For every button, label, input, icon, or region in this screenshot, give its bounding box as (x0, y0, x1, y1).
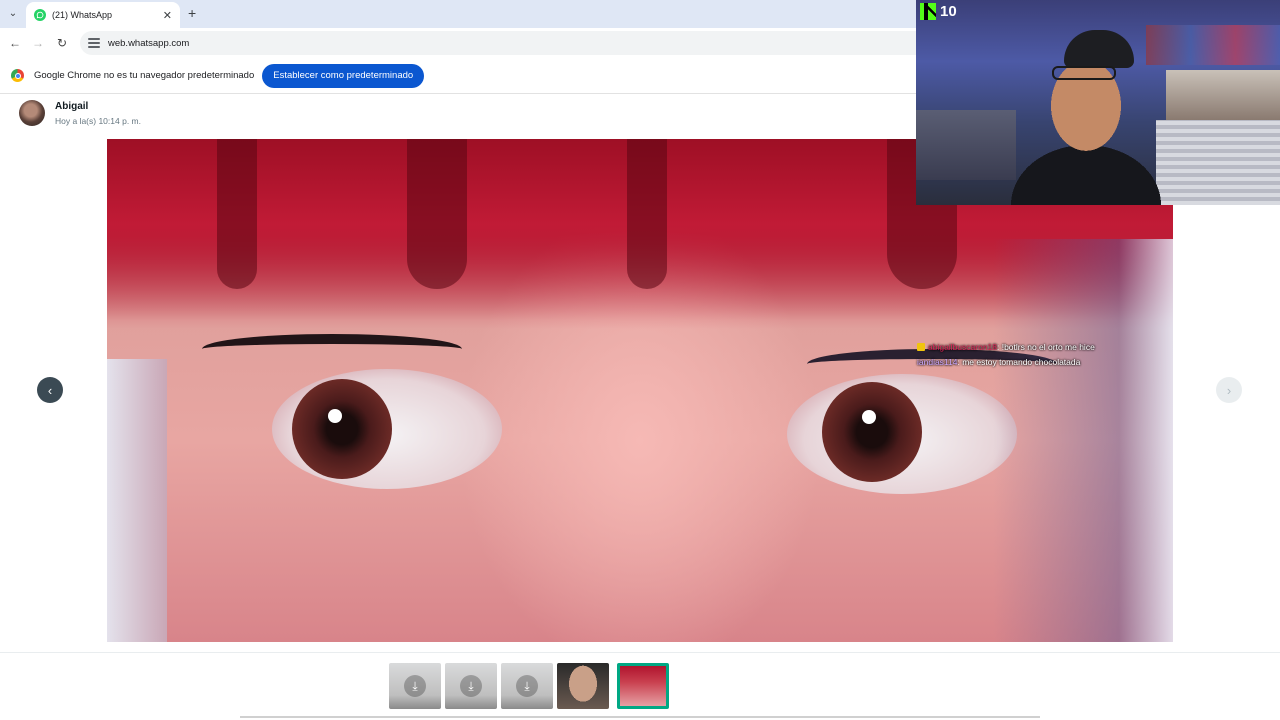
sent-timestamp: Hoy a la(s) 10:14 p. m. (55, 116, 141, 126)
thumbnail-image[interactable] (557, 663, 609, 709)
download-icon: ⤓ (460, 675, 482, 697)
thumbnail-image-selected[interactable] (617, 663, 669, 709)
photo-eye-glint (328, 409, 342, 423)
thumbnail-download[interactable]: ⤓ (445, 663, 497, 709)
subscriber-badge-icon (917, 343, 925, 351)
next-media-button[interactable]: › (1216, 377, 1242, 403)
photo-iris (822, 382, 922, 482)
photo-iris (292, 379, 392, 479)
photo-eye-glint (862, 410, 876, 424)
webcam-cap (1064, 30, 1134, 68)
tab-search-chevron-icon[interactable]: ⌄ (4, 4, 22, 22)
chat-text: : !botlrs no el orto me hice (997, 342, 1095, 352)
set-default-button[interactable]: Establecer como predeterminado (262, 63, 425, 88)
thumbnail-download[interactable]: ⤓ (389, 663, 441, 709)
chat-username: abigailbuscaron18 (928, 342, 997, 352)
webcam-posters (1146, 25, 1280, 65)
download-icon: ⤓ (404, 675, 426, 697)
media-photo (107, 139, 1173, 642)
media-viewer-header: Abigail Hoy a la(s) 10:14 p. m. (0, 95, 916, 135)
infobar-message: Google Chrome no es tu navegador predete… (34, 70, 255, 81)
photo-hair-strand (627, 139, 667, 289)
forward-arrow-icon[interactable]: → (29, 34, 47, 52)
photo-hair-strand (217, 139, 257, 289)
tab-title: (21) WhatsApp (52, 10, 113, 20)
back-arrow-icon[interactable]: ← (6, 34, 24, 52)
chat-message: iandias114: me estoy tomando chocolatada (917, 355, 1095, 370)
media-thumbnail-strip: ⤓ ⤓ ⤓ (0, 652, 1280, 720)
whatsapp-icon (34, 9, 46, 21)
photo-eye-right (787, 374, 1017, 494)
photo-shadow (993, 239, 1173, 642)
webcam-bed (916, 110, 1016, 180)
photo-eye-left (272, 369, 502, 489)
stream-chat-overlay: abigailbuscaron18: !botlrs no el orto me… (917, 340, 1095, 370)
webcam-desk (1156, 120, 1280, 205)
new-tab-button[interactable]: + (188, 5, 196, 21)
chat-message: abigailbuscaron18: !botlrs no el orto me… (917, 340, 1095, 355)
tab-close-icon[interactable]: ✕ (163, 9, 172, 22)
kick-viewer-counter: 10 (916, 0, 961, 23)
photo-hair-strand (407, 139, 467, 289)
download-icon: ⤓ (516, 675, 538, 697)
kick-logo-icon (920, 3, 936, 20)
site-settings-icon[interactable] (88, 38, 100, 48)
chat-text: : me estoy tomando chocolatada (957, 357, 1081, 367)
webcam-glasses (1052, 66, 1116, 80)
horizontal-scrollbar[interactable] (240, 716, 1040, 718)
viewer-count: 10 (940, 3, 957, 20)
browser-tab-whatsapp[interactable]: (21) WhatsApp ✕ (26, 2, 180, 28)
avatar[interactable] (19, 100, 45, 126)
url-text[interactable]: web.whatsapp.com (108, 38, 189, 49)
sender-name: Abigail (55, 101, 89, 112)
streamer-webcam: 10 (916, 0, 1280, 205)
webcam-shelf (1166, 70, 1280, 120)
photo-background-edge (107, 359, 167, 642)
thumbnail-download[interactable]: ⤓ (501, 663, 553, 709)
previous-media-button[interactable]: ‹ (37, 377, 63, 403)
chrome-logo-icon (11, 69, 24, 82)
screen: ⌄ (21) WhatsApp ✕ + ← → ↻ web.whatsapp.c… (0, 0, 1280, 720)
photo-eyelash (202, 334, 462, 364)
chat-username: iandias114 (917, 357, 958, 367)
reload-icon[interactable]: ↻ (53, 34, 71, 52)
